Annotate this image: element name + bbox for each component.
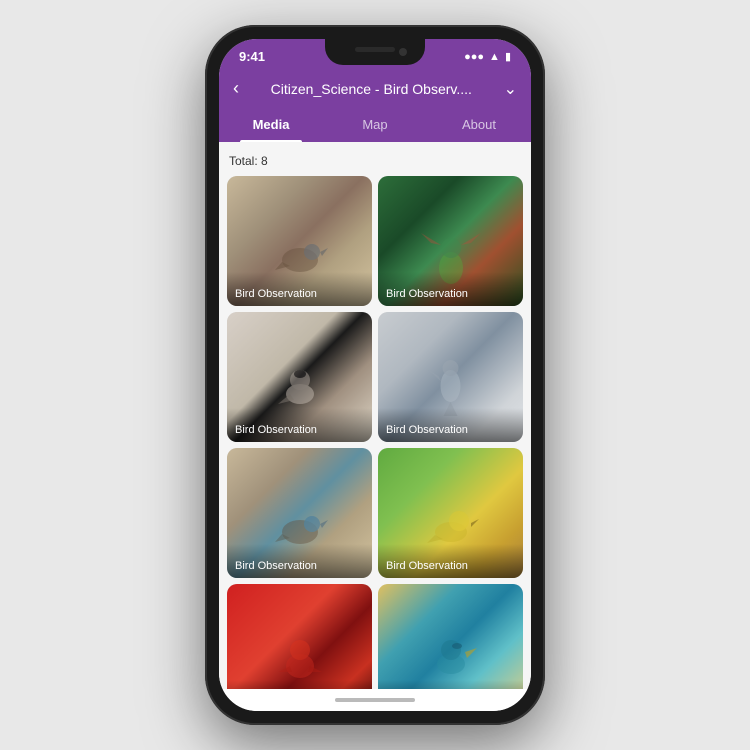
status-time: 9:41 (239, 49, 265, 64)
home-bar (335, 698, 415, 702)
observation-card-5[interactable]: Bird Observation (227, 448, 372, 578)
status-icons: ●●● ▲ ▮ (464, 50, 511, 63)
observation-card-7[interactable]: Bird Observation (227, 584, 372, 689)
card-label-2: Bird Observation (378, 272, 523, 306)
card-label-5: Bird Observation (227, 544, 372, 578)
observation-card-3[interactable]: Bird Observation (227, 312, 372, 442)
card-label-8: Bird Observation (378, 680, 523, 689)
tab-bar: Media Map About (219, 107, 531, 142)
observation-card-8[interactable]: Bird Observation (378, 584, 523, 689)
tab-media[interactable]: Media (219, 107, 323, 142)
signal-icon: ●●● (464, 51, 484, 63)
phone-screen: 9:41 ●●● ▲ ▮ ‹ Citizen_Science - Bird Ob… (219, 39, 531, 711)
card-label-7: Bird Observation (227, 680, 372, 689)
total-count: Total: 8 (227, 150, 523, 176)
phone-frame: 9:41 ●●● ▲ ▮ ‹ Citizen_Science - Bird Ob… (205, 25, 545, 725)
dropdown-button[interactable]: ⌄ (504, 79, 517, 99)
observation-grid: Bird Observation Bird Observation (227, 176, 523, 689)
observation-card-4[interactable]: Bird Observation (378, 312, 523, 442)
card-label-3: Bird Observation (227, 408, 372, 442)
card-label-6: Bird Observation (378, 544, 523, 578)
card-label-4: Bird Observation (378, 408, 523, 442)
nav-bar: ‹ Citizen_Science - Bird Observ.... ⌄ (219, 70, 531, 107)
bird-image-8 (378, 584, 523, 689)
tab-about[interactable]: About (427, 107, 531, 142)
battery-icon: ▮ (505, 50, 511, 63)
observation-card-2[interactable]: Bird Observation (378, 176, 523, 306)
phone-notch (325, 39, 425, 65)
content-area: Total: 8 Bird Observation (219, 142, 531, 689)
nav-title: Citizen_Science - Bird Observ.... (239, 81, 504, 97)
wifi-icon: ▲ (489, 51, 500, 63)
card-label-1: Bird Observation (227, 272, 372, 306)
bird-image-7 (227, 584, 372, 689)
observation-card-6[interactable]: Bird Observation (378, 448, 523, 578)
observation-card-1[interactable]: Bird Observation (227, 176, 372, 306)
home-indicator (219, 689, 531, 711)
tab-map[interactable]: Map (323, 107, 427, 142)
